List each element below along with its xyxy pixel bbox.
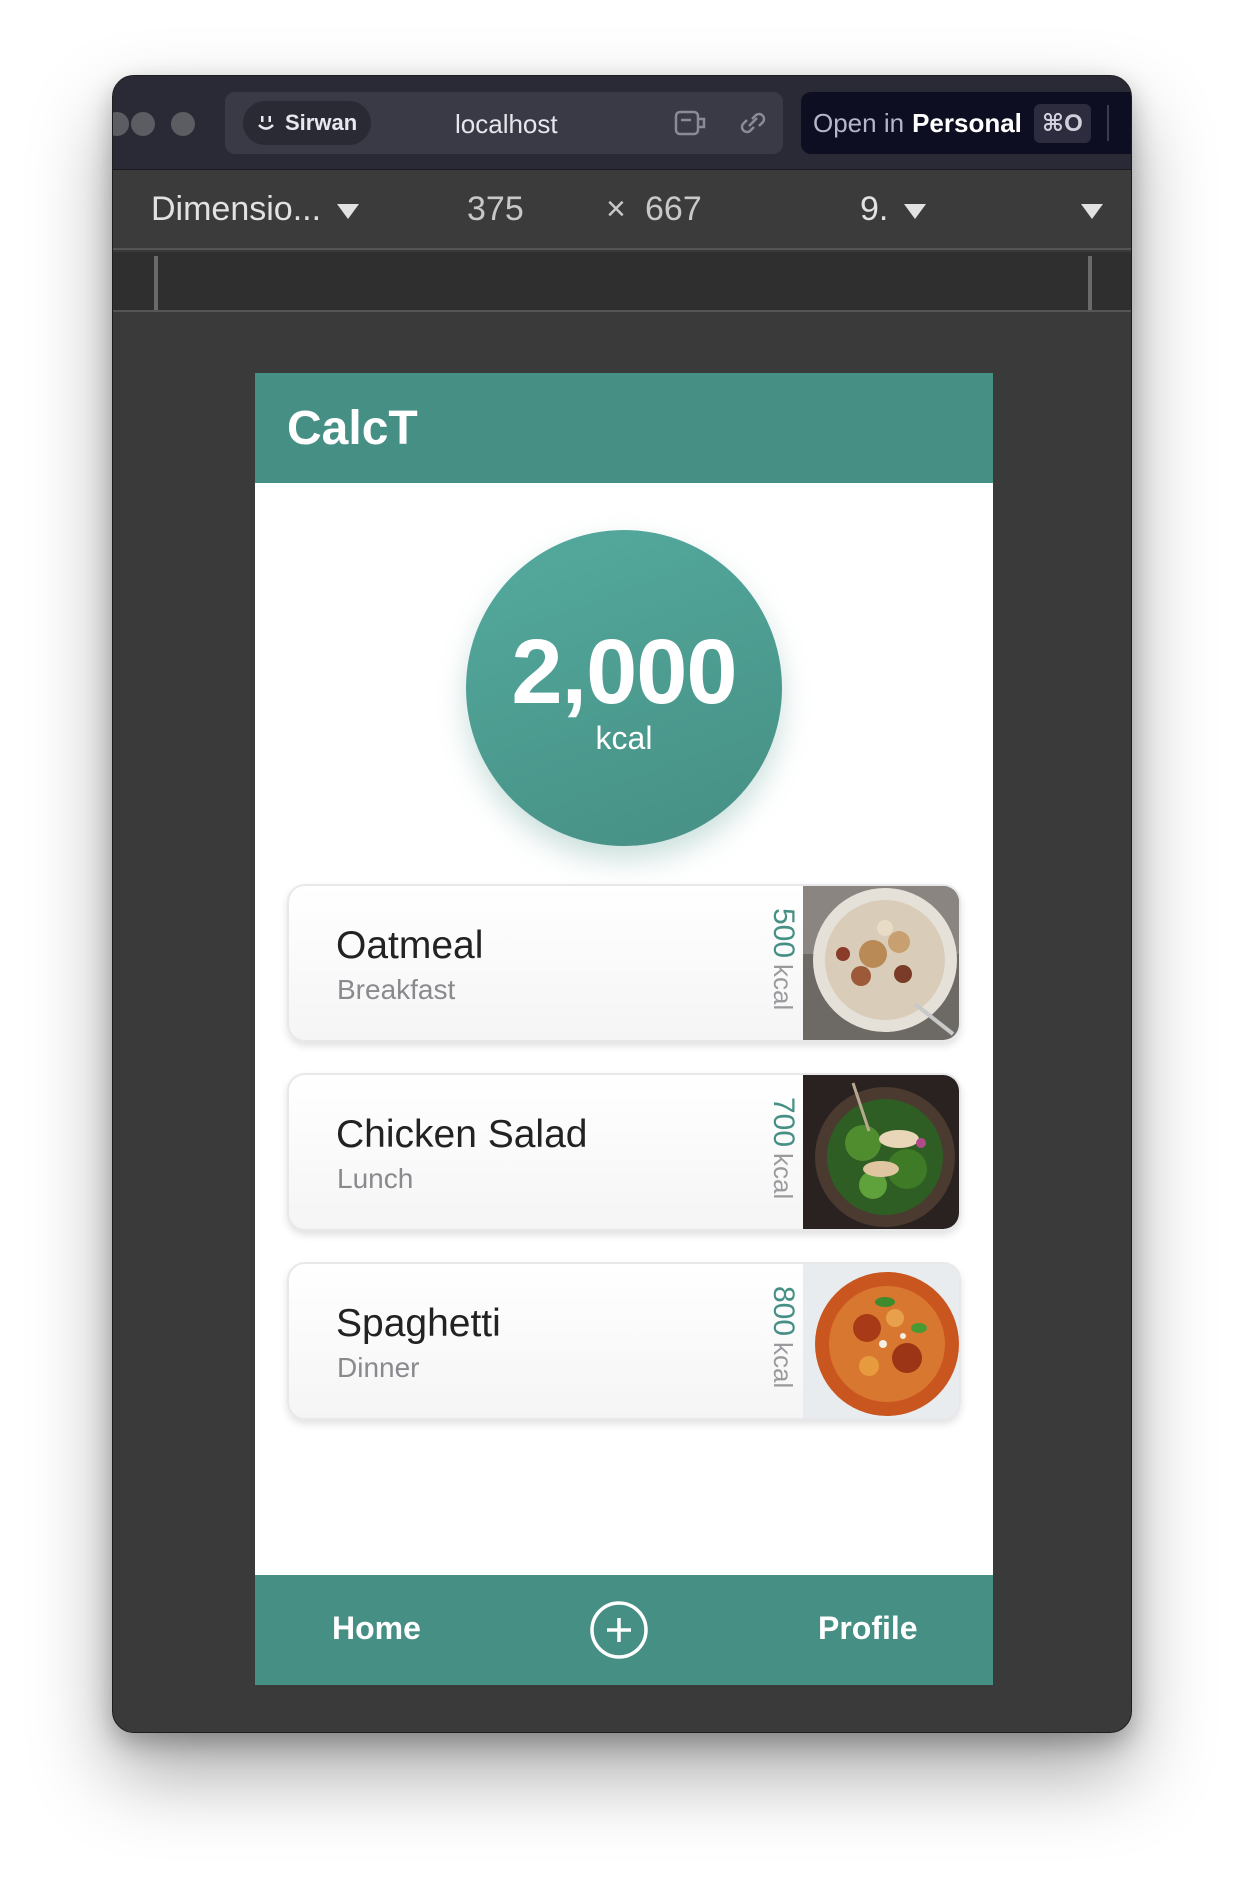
window-control[interactable] <box>171 112 195 136</box>
calorie-total: 2,000 kcal <box>466 530 782 846</box>
meal-type: Breakfast <box>337 974 456 1005</box>
meal-kcal-value: 800 <box>767 1286 800 1337</box>
times-icon: × <box>606 190 626 228</box>
meal-card[interactable]: Oatmeal Breakfast 500 kcal <box>287 884 961 1042</box>
meal-card[interactable]: Chicken Salad Lunch 700 kcal <box>287 1073 961 1231</box>
device-label: Dimensio... <box>151 190 322 228</box>
meal-kcal-value: 500 <box>767 908 800 959</box>
title-bar: Sirwan localhost Open in Personal ⌘O <box>113 76 1131 170</box>
width-input[interactable]: 375 <box>467 190 524 229</box>
meal-kcal-value: 700 <box>767 1097 800 1148</box>
calorie-total-unit: kcal <box>595 720 653 756</box>
open-in-label: Open in <box>813 107 905 138</box>
oatmeal-photo <box>803 886 959 1040</box>
tab-profile[interactable]: Profile <box>818 1610 918 1647</box>
height-input[interactable]: 667 <box>645 190 702 229</box>
chevron-down-icon <box>1081 203 1103 219</box>
ruler-handle[interactable] <box>1088 256 1092 310</box>
meal-kcal: 500 kcal <box>766 908 800 1023</box>
spaghetti-photo <box>803 1264 959 1418</box>
plus-circle-icon[interactable] <box>589 1600 649 1660</box>
url-text[interactable]: localhost <box>455 109 558 140</box>
meal-name: Oatmeal <box>336 924 484 967</box>
device-viewport: CalcT 2,000 kcal Oatmeal Breakfast 500 kc… <box>255 373 993 1685</box>
shortcut-badge: ⌘O <box>1033 103 1091 143</box>
meal-kcal: 800 kcal <box>766 1286 800 1401</box>
meal-kcal-unit: kcal <box>768 1342 798 1389</box>
meal-name: Chicken Salad <box>336 1113 588 1156</box>
meal-kcal-unit: kcal <box>768 964 798 1011</box>
browser-window: Sirwan localhost Open in Personal ⌘O Dim… <box>112 75 1132 1733</box>
more-options[interactable] <box>1065 190 1103 229</box>
app-title: CalcT <box>287 401 418 455</box>
calorie-total-value: 2,000 <box>511 621 737 723</box>
zoom-select[interactable]: 9. <box>860 190 927 229</box>
device-toolbar: Dimensio... 375 × 667 9. <box>113 170 1131 250</box>
smile-icon <box>258 116 274 130</box>
chevron-down-icon <box>904 203 927 219</box>
meal-type: Dinner <box>337 1352 420 1383</box>
address-bar[interactable]: Sirwan localhost <box>225 92 783 154</box>
ruler-handle[interactable] <box>154 256 158 310</box>
meal-name: Spaghetti <box>336 1302 501 1345</box>
profile-button[interactable]: Sirwan <box>243 101 372 145</box>
open-in-personal-button[interactable]: Open in Personal ⌘O <box>801 92 1131 154</box>
device-select[interactable]: Dimensio... <box>151 190 360 229</box>
ruler <box>113 252 1131 312</box>
extension-icon[interactable] <box>673 108 707 138</box>
tab-bar: Home Profile <box>255 1575 993 1685</box>
profile-name: Sirwan <box>285 110 358 135</box>
chevron-down-icon <box>337 203 360 219</box>
app-header: CalcT <box>255 373 993 483</box>
window-control[interactable] <box>113 112 129 136</box>
meal-card[interactable]: Spaghetti Dinner 800 kcal <box>287 1262 961 1420</box>
open-in-target: Personal <box>912 107 1022 138</box>
tab-home[interactable]: Home <box>332 1610 421 1647</box>
meal-kcal: 700 kcal <box>766 1097 800 1212</box>
meal-kcal-unit: kcal <box>768 1153 798 1200</box>
meal-type: Lunch <box>337 1163 414 1194</box>
zoom-label: 9. <box>860 190 889 228</box>
separator <box>1106 105 1127 141</box>
window-control[interactable] <box>131 112 155 136</box>
link-icon[interactable] <box>735 108 769 138</box>
chicken-salad-photo <box>803 1075 959 1229</box>
